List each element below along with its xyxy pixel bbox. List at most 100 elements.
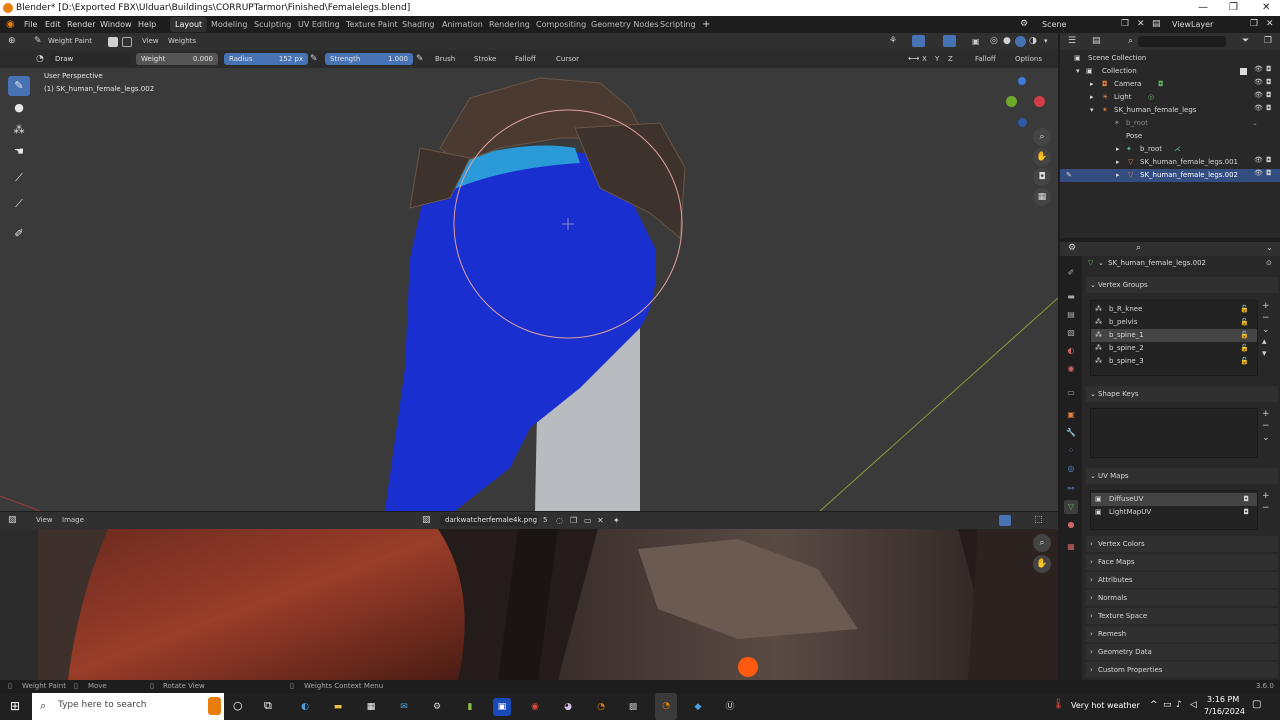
menu-window[interactable]: Window <box>100 16 132 33</box>
settings-app-icon[interactable]: ⚙ <box>428 698 446 716</box>
constraints-tab-icon[interactable]: ⚯ <box>1064 482 1078 496</box>
options-menu[interactable]: Options <box>1015 50 1042 68</box>
network-icon[interactable]: ▭ <box>1163 700 1172 710</box>
collection-tab-icon[interactable]: ▭ <box>1064 386 1078 400</box>
menu-edit[interactable]: Edit <box>45 16 61 33</box>
draw-tool-icon[interactable]: ✎ <box>8 76 30 96</box>
tab-animation[interactable]: Animation <box>437 17 488 32</box>
outliner-row-armature[interactable]: ▾ ✶ SK_human_female_legs <box>1060 104 1280 117</box>
editor-type-icon[interactable]: ⊕ <box>8 33 16 50</box>
smear-tool-icon[interactable]: ☚ <box>8 142 30 162</box>
brush-menu[interactable]: Brush <box>435 50 455 68</box>
rendered-shading-icon[interactable]: ◑ <box>1029 33 1037 50</box>
move-up-icon[interactable]: ▴ <box>1262 336 1270 348</box>
outliner-row-pose[interactable]: Pose <box>1060 130 1280 143</box>
view-layer-tab-icon[interactable]: ▧ <box>1064 326 1078 340</box>
image-editor-type-icon[interactable]: ▧ <box>8 512 17 529</box>
remove-vertex-group-icon[interactable]: − <box>1262 312 1270 324</box>
outliner-search-input[interactable] <box>1138 36 1226 47</box>
shape-keys-list[interactable] <box>1090 408 1258 458</box>
tab-sculpting[interactable]: Sculpting <box>249 17 296 32</box>
output-tab-icon[interactable]: ▤ <box>1064 308 1078 322</box>
camera-view-icon[interactable]: ◘ <box>1033 168 1051 186</box>
zoom-icon[interactable]: ⌕ <box>1033 128 1051 146</box>
pin-icon[interactable]: ⊙ <box>1266 257 1272 269</box>
blender-active-app-icon[interactable]: ◔ <box>655 693 677 720</box>
windows-start-icon[interactable]: ⊞ <box>10 699 20 713</box>
menu-render[interactable]: Render <box>67 16 95 33</box>
tray-chevron-icon[interactable]: ^ <box>1150 700 1158 710</box>
attributes-panel-header[interactable]: › Attributes <box>1086 572 1278 588</box>
mask-toggle[interactable] <box>108 37 118 47</box>
shading-options-icon[interactable]: ▾ <box>1044 33 1048 50</box>
texture-tab-icon[interactable]: ▦ <box>1064 540 1078 554</box>
uv-map-item[interactable]: ▣ LightMapUV ◘ <box>1091 506 1257 519</box>
modifier-tab-icon[interactable]: 🔧 <box>1064 426 1078 440</box>
vertex-group-item[interactable]: ⁂ b_R_knee 🔓 <box>1091 303 1257 316</box>
shape-key-specials-icon[interactable]: ⌄ <box>1262 432 1270 444</box>
vertex-select-toggle[interactable] <box>122 37 132 47</box>
pan-hand-icon[interactable]: ✋ <box>1033 148 1051 166</box>
vertex-group-specials-icon[interactable]: ⌄ <box>1262 324 1270 336</box>
volume-icon[interactable]: ◁ <box>1190 700 1197 710</box>
vertex-group-item-active[interactable]: ⁂ b_spine_1 🔓 <box>1091 329 1257 342</box>
tab-shading[interactable]: Shading <box>397 17 440 32</box>
edge-browser-icon[interactable]: ◐ <box>296 698 314 716</box>
visibility-column[interactable]: 👁 ◘ 👁 ◘ 👁 ◘ 👁 ◘ 👁 ◘ 👁 ◘ <box>1254 65 1278 185</box>
image-editor-image-menu[interactable]: Image <box>62 512 84 529</box>
properties-search-icon[interactable]: ⌕ <box>1136 243 1141 253</box>
sample-weight-tool-icon[interactable]: ⟋ <box>8 168 30 188</box>
taskbar-search-box[interactable]: ⌕ Type here to search <box>32 693 224 720</box>
falloff-menu[interactable]: Falloff <box>515 50 536 68</box>
microphone-icon[interactable]: ♪ <box>1176 700 1182 710</box>
data-tab-icon[interactable]: ▽ <box>1064 500 1078 514</box>
image-display-icon[interactable]: ⬚ <box>1034 512 1043 529</box>
delete-scene-icon[interactable]: ✕ <box>1137 16 1145 33</box>
tab-geometry-nodes[interactable]: Geometry Nodes <box>586 17 663 32</box>
brush-selector[interactable]: Draw <box>50 53 130 65</box>
vertex-group-item[interactable]: ⁂ b_spine_3 🔓 <box>1091 355 1257 368</box>
physics-tab-icon[interactable]: ◎ <box>1064 462 1078 476</box>
add-uv-map-icon[interactable]: + <box>1262 490 1270 502</box>
wireframe-shading-icon[interactable]: ◎ <box>990 33 998 50</box>
geometry-data-panel-header[interactable]: › Geometry Data <box>1086 644 1278 660</box>
cursor-menu[interactable]: Cursor <box>556 50 579 68</box>
vertex-groups-list[interactable]: ⁂ b_R_knee 🔓 ⁂ b_pelvis 🔓 ⁂ b_spine_1 🔓 ⁂ b_spi… <box>1090 300 1258 376</box>
tab-uv-editing[interactable]: UV Editing <box>293 17 345 32</box>
blur-tool-icon[interactable]: ● <box>8 98 30 118</box>
blue-app-icon[interactable]: ▣ <box>493 698 511 716</box>
remove-uv-map-icon[interactable]: − <box>1262 502 1270 514</box>
unreal-engine-icon[interactable]: Ⓤ <box>721 698 739 716</box>
symmetry-x[interactable]: X <box>922 50 927 68</box>
new-collection-icon[interactable]: ❐ <box>1264 36 1272 46</box>
properties-type-icon[interactable]: ⚙ <box>1068 243 1076 253</box>
object-tab-icon[interactable]: ▣ <box>1064 408 1078 422</box>
tab-layout[interactable]: Layout <box>170 17 208 32</box>
steam-like-app-icon[interactable]: ◆ <box>689 698 707 716</box>
vertex-groups-panel-header[interactable]: ⌄ Vertex Groups <box>1086 277 1278 293</box>
open-image-icon[interactable]: ▭ <box>584 512 592 529</box>
delete-view-layer-icon[interactable]: ✕ <box>1266 16 1274 33</box>
pin-image-icon[interactable]: ✦ <box>613 512 620 529</box>
notifications-icon[interactable]: ▢ <box>1252 699 1261 710</box>
weight-field[interactable]: Weight 0.000 <box>136 53 218 65</box>
outliner-row-b-root-bone[interactable]: ▸ ✦ b_root ⋌ <box>1060 143 1280 156</box>
collection-checkbox[interactable] <box>1240 68 1247 75</box>
menu-view[interactable]: View <box>142 33 159 50</box>
xray-icon[interactable]: ▣ <box>972 33 980 50</box>
uv-maps-panel-header[interactable]: ⌄ UV Maps <box>1086 468 1278 484</box>
blender-app-icon[interactable]: ◔ <box>592 698 610 716</box>
new-view-layer-icon[interactable]: ❐ <box>1250 16 1258 33</box>
image-overlay-toggle[interactable] <box>999 515 1011 526</box>
custom-properties-panel-header[interactable]: › Custom Properties <box>1086 662 1278 678</box>
file-explorer-icon[interactable]: ▬ <box>329 698 347 716</box>
chrome-browser-icon[interactable]: ◉ <box>526 698 544 716</box>
outliner-row-legs-001[interactable]: ▸ ▽ SK_human_female_legs.001 <box>1060 156 1280 169</box>
browse-image-icon[interactable]: ▧ <box>422 512 431 529</box>
image-zoom-icon[interactable]: ⌕ <box>1033 534 1051 552</box>
blender-menu-icon[interactable]: ◉ <box>6 16 15 33</box>
mode-selector[interactable]: Weight Paint <box>48 33 92 50</box>
remove-shape-key-icon[interactable]: − <box>1262 420 1270 432</box>
filter-icon[interactable]: ⏷ <box>1242 36 1249 46</box>
minimize-icon[interactable]: — <box>1198 0 1208 16</box>
